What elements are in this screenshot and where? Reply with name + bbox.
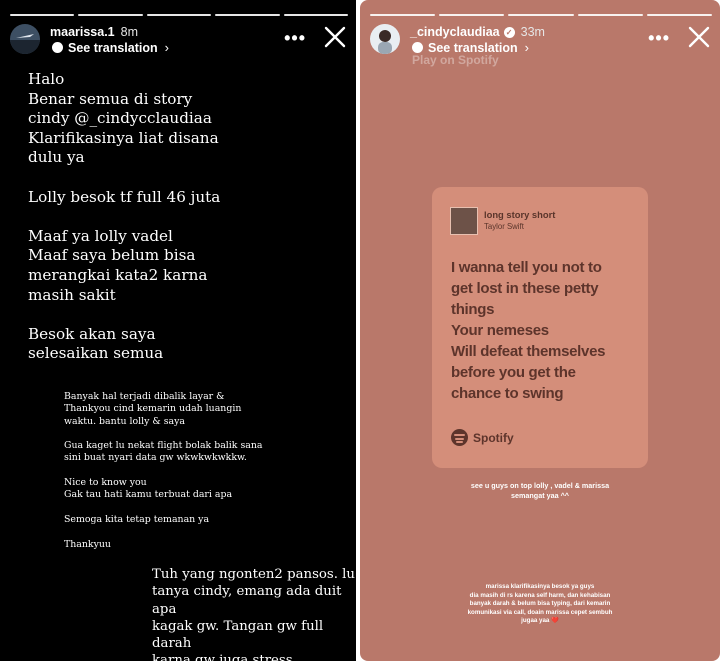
story-header: maarissa.1 8m See translation › ••• (10, 22, 346, 58)
see-translation-label: See translation (68, 40, 158, 55)
more-icon[interactable]: ••• (648, 28, 670, 49)
spotify-lyrics-card[interactable]: long story short Taylor Swift I wanna te… (432, 187, 648, 468)
spotify-brand: Spotify (451, 429, 514, 446)
story-panel-right[interactable]: _cindyclaudiaa ✓ 33m See translation › ••• … (360, 0, 720, 661)
see-translation-button[interactable]: See translation › (52, 40, 169, 55)
album-art (450, 207, 478, 235)
chevron-right-icon: › (524, 40, 529, 55)
lyrics-text: I wanna tell you not to get lost in thes… (451, 259, 606, 402)
story-progress-bars (370, 14, 713, 16)
translate-icon (52, 42, 63, 53)
post-time: 33m (520, 25, 545, 39)
more-icon[interactable]: ••• (284, 28, 306, 49)
spotify-icon (451, 429, 468, 446)
post-time: 8m (120, 25, 139, 39)
avatar[interactable] (370, 24, 400, 54)
close-icon[interactable] (688, 26, 710, 48)
spotify-label: Spotify (473, 430, 514, 445)
story-text-main: Halo Benar semua di story cindy @_cindyc… (28, 70, 221, 363)
story-caption-small: marissa klarifikasinya besok ya guys dia… (467, 583, 613, 624)
story-progress-bars (10, 14, 349, 16)
avatar[interactable] (10, 24, 40, 54)
translate-icon (412, 42, 423, 53)
close-icon[interactable] (324, 26, 346, 48)
story-text-small: Banyak hal terjadi dibalik layar & Thank… (64, 391, 263, 550)
chevron-right-icon: › (164, 40, 169, 55)
story-caption: see u guys on top lolly , vadel & mariss… (470, 481, 610, 500)
verified-icon: ✓ (503, 27, 515, 39)
username[interactable]: _cindyclaudiaa ✓ 33m (410, 25, 545, 39)
username[interactable]: maarissa.1 8m (50, 25, 138, 39)
song-title: long story short (484, 209, 556, 220)
story-text-bottom: Tuh yang ngonten2 pansos. lu tanya cindy… (152, 567, 355, 661)
artist-name: Taylor Swift (484, 222, 524, 231)
play-on-spotify-link[interactable]: Play on Spotify (412, 53, 499, 67)
story-panel-left[interactable]: maarissa.1 8m See translation › ••• Halo B… (0, 0, 356, 661)
